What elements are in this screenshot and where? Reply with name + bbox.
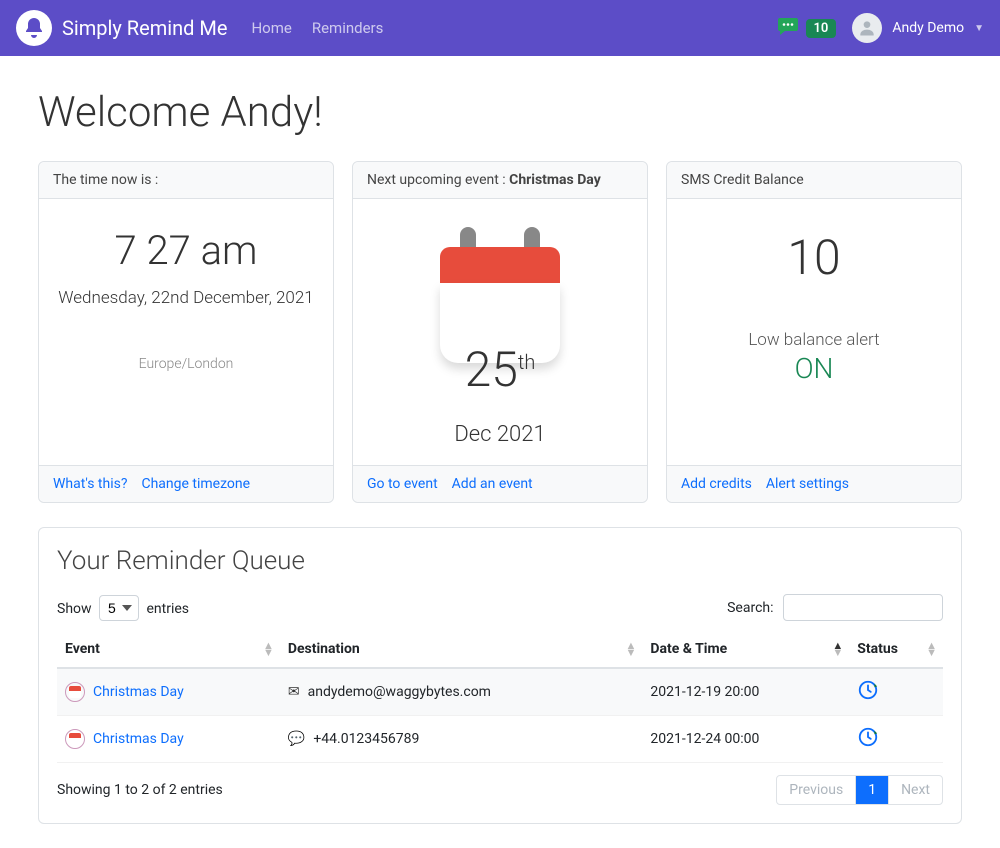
upcoming-event-name: Christmas Day <box>509 172 601 188</box>
nav-home[interactable]: Home <box>251 19 291 37</box>
whats-this-link[interactable]: What's this? <box>53 476 127 492</box>
page-length-select[interactable]: 5 <box>99 595 139 621</box>
card-time-header: The time now is : <box>39 162 333 199</box>
page-1[interactable]: 1 <box>855 776 888 804</box>
speech-bubble-icon: 💬 <box>288 731 305 747</box>
card-time: The time now is : 7 27 am Wednesday, 22n… <box>38 161 334 503</box>
length-control: Show 5 entries <box>57 595 189 621</box>
avatar-icon <box>852 13 882 43</box>
reminder-queue-title: Your Reminder Queue <box>57 546 943 576</box>
scheduled-icon <box>857 689 879 705</box>
credit-balance: 10 <box>787 229 840 286</box>
destination-value: andydemo@waggybytes.com <box>308 684 491 700</box>
add-credits-link[interactable]: Add credits <box>681 476 752 492</box>
search-label: Search: <box>727 600 773 616</box>
table-row: Christmas Day ✉ andydemo@waggybytes.com 2… <box>57 668 943 716</box>
notification-count: 10 <box>806 19 837 38</box>
current-date: Wednesday, 22nd December, 2021 <box>58 288 313 308</box>
event-day: 25th <box>465 341 536 398</box>
calendar-mini-icon <box>65 729 85 749</box>
event-link[interactable]: Christmas Day <box>65 682 184 702</box>
search-control: Search: <box>727 594 943 621</box>
reminder-queue-panel: Your Reminder Queue Show 5 entries Searc… <box>38 527 962 824</box>
chevron-down-icon: ▼ <box>974 23 984 34</box>
event-link[interactable]: Christmas Day <box>65 729 184 749</box>
page-title: Welcome Andy! <box>38 88 962 137</box>
event-month-year: Dec 2021 <box>454 422 545 447</box>
table-info: Showing 1 to 2 of 2 entries <box>57 782 223 798</box>
calendar-mini-icon <box>65 682 85 702</box>
chat-icon <box>776 14 800 42</box>
low-balance-label: Low balance alert <box>748 330 879 350</box>
card-credit-header: SMS Credit Balance <box>667 162 961 199</box>
envelope-icon: ✉ <box>288 684 300 700</box>
brand-text: Simply Remind Me <box>62 16 227 40</box>
bell-logo-icon <box>16 10 52 46</box>
brand[interactable]: Simply Remind Me <box>16 10 227 46</box>
timezone: Europe/London <box>139 356 234 372</box>
reminder-table: Event▲▼ Destination▲▼ Date & Time▲▼ Stat… <box>57 631 943 763</box>
pagination: Previous 1 Next <box>776 775 943 805</box>
search-input[interactable] <box>783 594 943 621</box>
col-destination[interactable]: Destination▲▼ <box>280 631 643 668</box>
low-balance-state: ON <box>795 352 834 385</box>
col-status[interactable]: Status▲▼ <box>849 631 943 668</box>
destination-value: +44.0123456789 <box>313 731 419 747</box>
card-event-header: Next upcoming event : Christmas Day <box>353 162 647 199</box>
page-prev[interactable]: Previous <box>777 776 855 804</box>
datetime-value: 2021-12-24 00:00 <box>642 716 849 763</box>
col-event[interactable]: Event▲▼ <box>57 631 280 668</box>
navbar: Simply Remind Me Home Reminders 10 Andy … <box>0 0 1000 56</box>
go-to-event-link[interactable]: Go to event <box>367 476 438 492</box>
change-timezone-link[interactable]: Change timezone <box>141 476 250 492</box>
nav-links: Home Reminders <box>251 19 383 37</box>
nav-reminders[interactable]: Reminders <box>312 19 384 37</box>
table-row: Christmas Day 💬 +44.0123456789 2021-12-24… <box>57 716 943 763</box>
add-event-link[interactable]: Add an event <box>452 476 533 492</box>
page-next[interactable]: Next <box>888 776 942 804</box>
alert-settings-link[interactable]: Alert settings <box>766 476 849 492</box>
card-sms-credit: SMS Credit Balance 10 Low balance alert … <box>666 161 962 503</box>
user-menu[interactable]: Andy Demo ▼ <box>852 13 984 43</box>
col-datetime[interactable]: Date & Time▲▼ <box>642 631 849 668</box>
user-name: Andy Demo <box>892 20 964 36</box>
datetime-value: 2021-12-19 20:00 <box>642 668 849 716</box>
notifications[interactable]: 10 <box>776 14 837 42</box>
card-upcoming-event: Next upcoming event : Christmas Day 25th… <box>352 161 648 503</box>
current-time: 7 27 am <box>115 227 258 274</box>
